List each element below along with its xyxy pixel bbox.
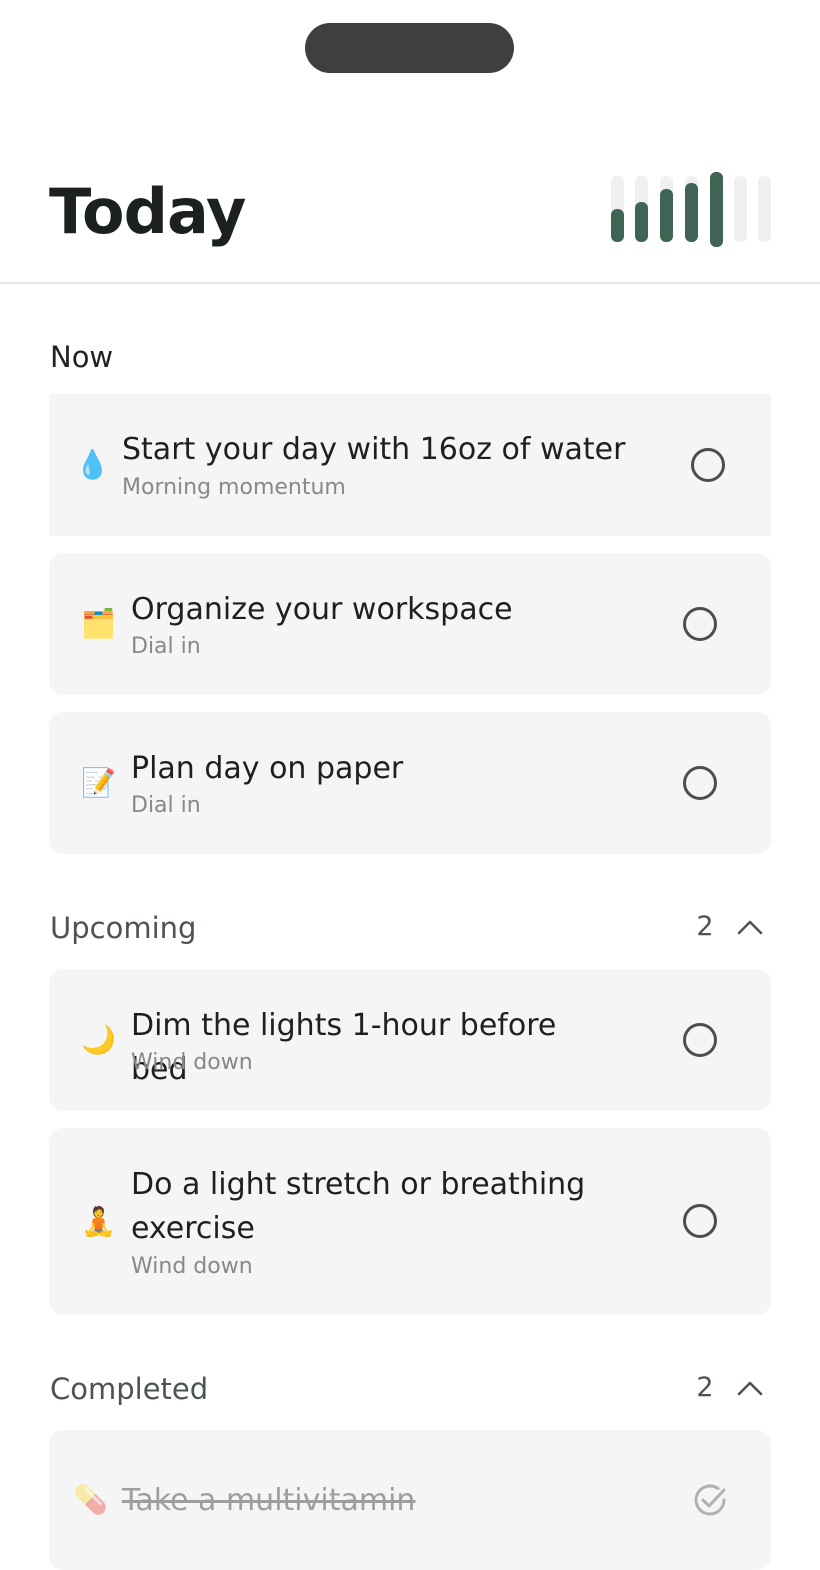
- section-completed-label: Completed: [50, 1372, 209, 1406]
- chevron-up-icon[interactable]: [735, 912, 765, 942]
- complete-checkbox[interactable]: [683, 1204, 717, 1238]
- progress-bar: [660, 176, 673, 242]
- task-title: Do a light stretch or breathing exercise: [131, 1167, 586, 1246]
- task-title: Plan day on paper: [131, 751, 404, 786]
- task-subtitle: Dial in: [131, 793, 201, 818]
- section-now-label: Now: [50, 340, 114, 374]
- complete-checkbox[interactable]: [683, 607, 717, 641]
- task-card[interactable]: 🧘 Do a light stretch or breathing exerci…: [49, 1128, 771, 1315]
- upcoming-count: 2: [696, 911, 714, 942]
- task-card[interactable]: 🗂️ Organize your workspace Dial in: [49, 553, 771, 695]
- task-title: Organize your workspace: [131, 592, 513, 627]
- task-subtitle: Morning momentum: [122, 475, 346, 500]
- task-title: Take a multivitamin: [122, 1483, 416, 1518]
- moon-icon: 🌙: [81, 1023, 116, 1056]
- task-subtitle: Dial in: [131, 634, 201, 659]
- chevron-up-icon[interactable]: [735, 1373, 765, 1403]
- progress-bar-fill: [611, 209, 624, 242]
- completed-task-card[interactable]: 💊 Take a multivitamin: [49, 1430, 771, 1570]
- progress-bar-fill: [635, 202, 648, 242]
- completed-count: 2: [696, 1372, 714, 1403]
- header-divider: [0, 282, 820, 284]
- progress-bar-fill: [710, 172, 723, 247]
- progress-bar: [635, 176, 648, 242]
- workspace-box-icon: 🗂️: [81, 607, 116, 640]
- progress-bar: [758, 176, 771, 242]
- device-notch: [305, 23, 514, 73]
- complete-checkbox[interactable]: [683, 766, 717, 800]
- water-drop-icon: 💧: [75, 448, 110, 481]
- task-card[interactable]: 💧 Start your day with 16oz of water Morn…: [49, 394, 771, 536]
- completed-check-icon[interactable]: [691, 1481, 729, 1519]
- progress-bar: [734, 176, 747, 242]
- progress-bar-fill: [660, 189, 673, 242]
- complete-checkbox[interactable]: [683, 1023, 717, 1057]
- meditation-icon: 🧘: [81, 1205, 116, 1238]
- weekly-progress-bars: [611, 172, 771, 247]
- section-upcoming-label: Upcoming: [50, 911, 197, 945]
- complete-checkbox[interactable]: [691, 448, 725, 482]
- task-card[interactable]: 🌙 Dim the lights 1-hour before bed Wind …: [49, 969, 771, 1111]
- pill-icon: 💊: [73, 1483, 108, 1516]
- progress-bar: [685, 176, 698, 242]
- task-subtitle: Wind down: [131, 1050, 253, 1075]
- progress-bar: [611, 176, 624, 242]
- progress-bar-today: [710, 172, 723, 247]
- task-card[interactable]: 📝 Plan day on paper Dial in: [49, 712, 771, 854]
- task-title: Start your day with 16oz of water: [122, 432, 626, 467]
- progress-bar-fill: [685, 182, 698, 242]
- page-title: Today: [49, 175, 246, 248]
- task-subtitle: Wind down: [131, 1254, 253, 1279]
- memo-icon: 📝: [81, 766, 116, 799]
